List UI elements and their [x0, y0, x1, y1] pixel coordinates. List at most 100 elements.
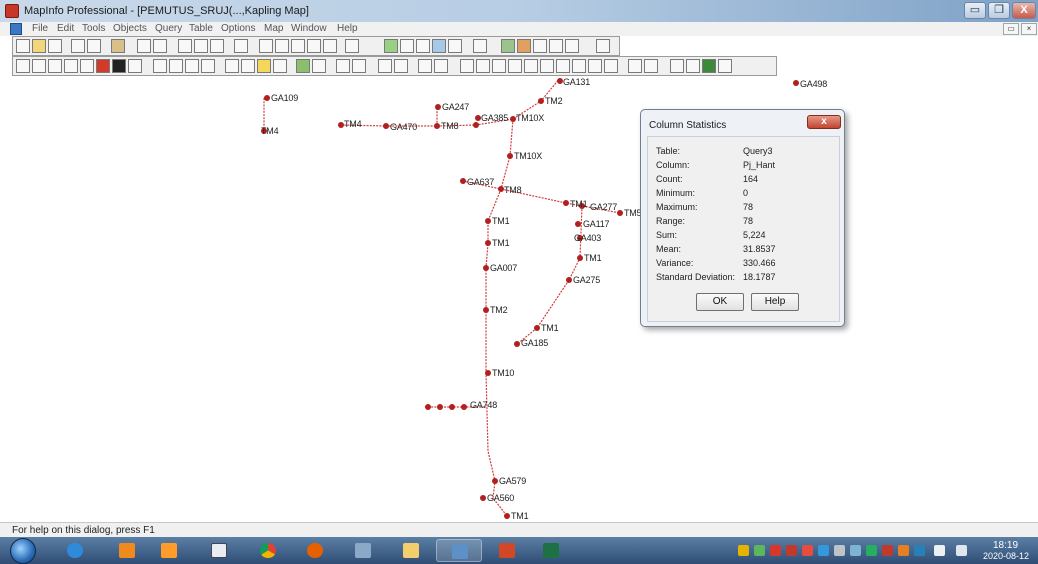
- map-label[interactable]: TM1: [541, 323, 559, 333]
- save-copy-icon[interactable]: [111, 39, 125, 53]
- toolbar-target-icon[interactable]: [416, 39, 430, 53]
- reshape-icon[interactable]: [434, 59, 448, 73]
- map-label[interactable]: GA007: [490, 263, 517, 273]
- new-browser-icon[interactable]: [259, 39, 273, 53]
- change-view-icon[interactable]: [185, 59, 199, 73]
- graph-select-icon[interactable]: [128, 59, 142, 73]
- clock-date[interactable]: 2020-08-12: [983, 551, 1029, 561]
- toolbar-chart-icon[interactable]: [549, 39, 563, 53]
- show-statistics-icon[interactable]: [336, 59, 350, 73]
- taskbar-ie[interactable]: [52, 539, 98, 562]
- taskbar-active-app[interactable]: [436, 539, 482, 562]
- tray-icon[interactable]: [850, 545, 861, 556]
- close-window-button[interactable]: X: [1012, 2, 1036, 19]
- taskbar-vlc[interactable]: [104, 539, 150, 562]
- map-label[interactable]: GA560: [487, 493, 514, 503]
- arc-tool-icon[interactable]: [508, 59, 522, 73]
- open-icon[interactable]: [32, 39, 46, 53]
- start-button[interactable]: [10, 538, 36, 564]
- paste-icon[interactable]: [210, 39, 224, 53]
- layer-control-icon[interactable]: [296, 59, 310, 73]
- text-style-icon[interactable]: [718, 59, 732, 73]
- taskbar-mapinfo[interactable]: [340, 539, 386, 562]
- flag-icon[interactable]: [914, 545, 925, 556]
- map-label[interactable]: GA498: [800, 79, 827, 89]
- toolbar-layer-icon[interactable]: [448, 39, 462, 53]
- line-tool-icon[interactable]: [476, 59, 490, 73]
- map-label[interactable]: GA748: [470, 400, 497, 410]
- marquee-select-icon[interactable]: [32, 59, 46, 73]
- minimize-button[interactable]: ▭: [964, 2, 986, 19]
- map-label[interactable]: TM1: [570, 199, 588, 209]
- new-redistrict-icon[interactable]: [323, 39, 337, 53]
- unselect-all-icon[interactable]: [96, 59, 110, 73]
- toolbar-tool-icon[interactable]: [565, 39, 579, 53]
- taskbar-folder[interactable]: [388, 539, 434, 562]
- menu-table[interactable]: Table: [189, 23, 213, 34]
- open-workspace-icon[interactable]: [48, 39, 62, 53]
- map-label[interactable]: TM4: [344, 119, 362, 129]
- text-tool-icon[interactable]: [588, 59, 602, 73]
- invert-selection-icon[interactable]: [112, 59, 126, 73]
- new-mapper-icon[interactable]: [275, 39, 289, 53]
- map-label[interactable]: GA131: [563, 78, 590, 87]
- map-label[interactable]: TM10X: [516, 113, 544, 123]
- map-label[interactable]: GA470: [390, 122, 417, 132]
- tray-icon[interactable]: [738, 545, 749, 556]
- map-label[interactable]: GA277: [590, 202, 617, 212]
- menu-help[interactable]: Help: [337, 23, 358, 34]
- volume-icon[interactable]: [956, 545, 967, 556]
- region-style-icon[interactable]: [670, 59, 684, 73]
- map-label[interactable]: TM1: [511, 511, 529, 521]
- map-label[interactable]: TM10X: [514, 151, 542, 161]
- boundary-select-icon[interactable]: [80, 59, 94, 73]
- map-label[interactable]: TM1: [492, 238, 510, 248]
- setup-icon[interactable]: [378, 59, 392, 73]
- menu-edit[interactable]: Edit: [57, 23, 74, 34]
- new-grapher-icon[interactable]: [291, 39, 305, 53]
- menu-query[interactable]: Query: [155, 23, 182, 34]
- menu-tools[interactable]: Tools: [82, 23, 105, 34]
- info-tool-icon[interactable]: [225, 59, 239, 73]
- menu-window[interactable]: Window: [291, 23, 327, 34]
- toolbar-circle-icon[interactable]: [400, 39, 414, 53]
- toolbar-stats-icon[interactable]: [533, 39, 547, 53]
- toolbar-disabled-icon[interactable]: [473, 39, 487, 53]
- rectangle-tool-icon[interactable]: [556, 59, 570, 73]
- map-label[interactable]: GA117: [583, 219, 610, 229]
- grabber-hand-icon[interactable]: [201, 59, 215, 73]
- print-preview-icon[interactable]: [137, 39, 151, 53]
- menu-file[interactable]: File: [32, 23, 48, 34]
- tray-icon[interactable]: [802, 545, 813, 556]
- menu-objects[interactable]: Objects: [113, 23, 147, 34]
- taskbar-explorer[interactable]: [196, 539, 242, 562]
- print-icon[interactable]: [153, 39, 167, 53]
- map-window[interactable]: GA131 GA498 GA109 TM2 GA247 TM4 TM4 GA38…: [0, 78, 1038, 522]
- copy-icon[interactable]: [194, 39, 208, 53]
- document-icon[interactable]: [10, 23, 22, 35]
- toolbar-legend-icon[interactable]: [517, 39, 531, 53]
- sum-icon[interactable]: [352, 59, 366, 73]
- rounded-rectangle-tool-icon[interactable]: [572, 59, 586, 73]
- polygon-tool-icon[interactable]: [524, 59, 538, 73]
- map-label[interactable]: GA275: [573, 275, 600, 285]
- tray-icon[interactable]: [834, 545, 845, 556]
- undo-icon[interactable]: [234, 39, 248, 53]
- taskbar-chrome[interactable]: [245, 539, 291, 562]
- menu-map[interactable]: Map: [264, 23, 283, 34]
- map-label[interactable]: TM8: [441, 121, 459, 131]
- hotlink-icon[interactable]: [241, 59, 255, 73]
- dimension-icon[interactable]: [418, 59, 432, 73]
- ruler-icon[interactable]: [312, 59, 326, 73]
- tray-icon[interactable]: [898, 545, 909, 556]
- cut-icon[interactable]: [178, 39, 192, 53]
- map-label[interactable]: TM2: [490, 305, 508, 315]
- zoom-in-icon[interactable]: [153, 59, 167, 73]
- polyline-tool-icon[interactable]: [492, 59, 506, 73]
- map-label[interactable]: TM5: [624, 208, 642, 218]
- taskbar-media[interactable]: [146, 539, 192, 562]
- clock-time[interactable]: 18:19: [993, 540, 1018, 551]
- tray-icon[interactable]: [882, 545, 893, 556]
- toolbar-map-icon[interactable]: [384, 39, 398, 53]
- map-label[interactable]: TM4: [261, 126, 279, 136]
